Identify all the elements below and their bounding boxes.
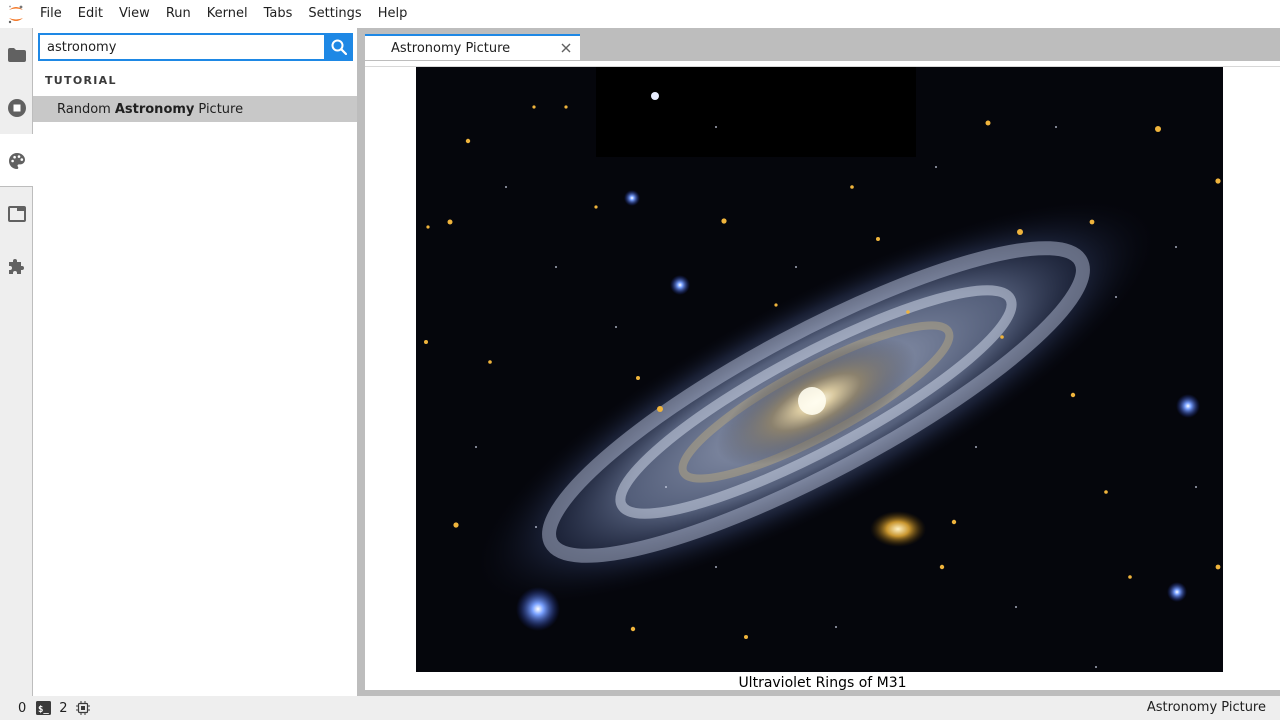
palette-icon [8, 152, 25, 169]
command-palette-panel: TUTORIAL Random Astronomy Picture [33, 28, 357, 696]
kernel-count-value: 0 [18, 700, 27, 716]
command-search-input[interactable] [38, 33, 325, 61]
terminal-icon: $_ [36, 701, 52, 715]
command-palette-tab[interactable] [0, 134, 33, 187]
svg-text:$_: $_ [38, 705, 49, 715]
section-heading-tutorial: TUTORIAL [45, 74, 117, 87]
command-result-item[interactable]: Random Astronomy Picture [33, 96, 357, 122]
running-sessions-icon [7, 98, 26, 117]
terminal-count-value: 2 [59, 700, 68, 716]
menu-bar: File Edit View Run Kernel Tabs Settings … [0, 0, 1280, 28]
result-match: Astronomy [114, 101, 195, 117]
jupyter-logo-icon [0, 0, 32, 28]
search-icon [331, 39, 347, 55]
folder-icon [7, 47, 26, 62]
result-suffix: Picture [198, 101, 244, 117]
extension-puzzle-icon [8, 258, 24, 274]
tab-close-button[interactable] [552, 35, 580, 61]
tab-label: Astronomy Picture [391, 40, 511, 56]
menu-view[interactable]: View [111, 0, 158, 28]
main-dock-area: Astronomy Picture Ultraviolet Rings of M… [358, 28, 1280, 696]
menu-kernel[interactable]: Kernel [199, 0, 256, 28]
running-sessions-tab[interactable] [0, 81, 33, 134]
menu-help[interactable]: Help [370, 0, 416, 28]
activity-bar [0, 28, 33, 696]
document-content: Ultraviolet Rings of M31 [365, 60, 1280, 691]
image-caption: Ultraviolet Rings of M31 [738, 675, 907, 691]
tabs-icon [7, 205, 26, 222]
menu-edit[interactable]: Edit [70, 0, 111, 28]
status-bar: 0 $_ 2 Astronomy Picture [0, 696, 1280, 720]
menu-run[interactable]: Run [158, 0, 199, 28]
active-document-label: Astronomy Picture [1146, 700, 1266, 715]
menu-settings[interactable]: Settings [300, 0, 369, 28]
command-search [38, 33, 353, 61]
result-prefix: Random [57, 101, 111, 117]
tab-astronomy-picture[interactable]: Astronomy Picture [365, 34, 580, 60]
open-tabs-tab[interactable] [0, 187, 33, 240]
terminal-count[interactable]: $_ 2 [36, 701, 71, 716]
astronomy-image [416, 67, 1223, 672]
file-browser-tab[interactable] [0, 28, 33, 81]
search-button[interactable] [324, 33, 353, 61]
chip-icon [75, 701, 90, 715]
menu-tabs[interactable]: Tabs [256, 0, 301, 28]
close-icon [561, 43, 571, 53]
kernel-status[interactable] [75, 701, 90, 715]
kernel-count[interactable]: 0 [14, 701, 30, 716]
document-tab-bar: Astronomy Picture [358, 28, 1280, 60]
menu-file[interactable]: File [32, 0, 70, 28]
extension-manager-tab[interactable] [0, 240, 33, 293]
